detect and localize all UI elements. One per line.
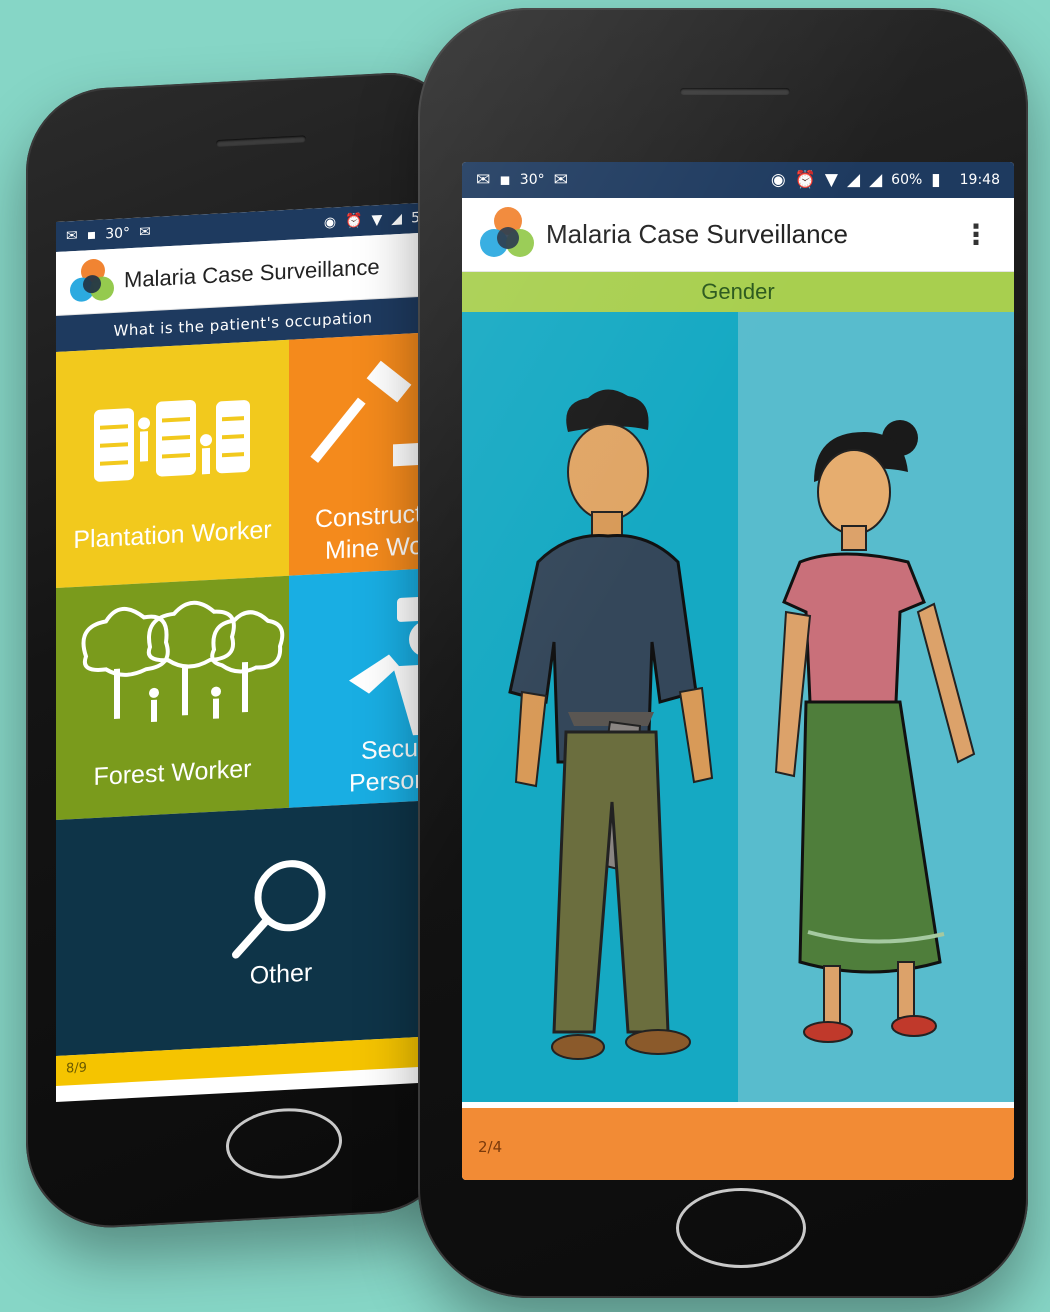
speaker-grille — [216, 135, 306, 148]
option-construction-mine-worker[interactable]: Construct Mine Wo — [289, 327, 430, 576]
signal-r-icon: ◢ — [869, 169, 883, 190]
mail-icon: ✉ — [139, 224, 151, 241]
option-other[interactable]: Other — [56, 800, 430, 1056]
app-logo-icon — [68, 255, 118, 308]
overflow-menu-icon[interactable]: ⋮ — [954, 218, 998, 251]
progress-text: 2/4 — [478, 1138, 503, 1156]
question-text: Gender — [462, 272, 1014, 312]
home-button[interactable] — [226, 1105, 342, 1182]
marketing-stage: ✉ ▪ 30° ✉ ◉ ⏰ ▼ ◢ 5 Malaria Case Surveil… — [0, 0, 1050, 1312]
home-button[interactable] — [676, 1188, 806, 1268]
image-icon: ▪ — [499, 169, 511, 190]
option-forest-worker[interactable]: Forest Worker — [56, 575, 289, 820]
status-bar: ✉ ▪ 30° ✉ ◉ ⏰ ▼ ◢ ◢ 60% ▮ 19:48 — [462, 162, 1014, 198]
battery-percent: 60% — [891, 172, 923, 188]
mail-icon: ✉ — [476, 169, 491, 190]
mail-icon: ✉ — [66, 227, 78, 245]
wifi-icon: ▼ — [371, 211, 383, 229]
occupation-grid: Plantation Worker Construct Mine Wo Fore… — [56, 327, 430, 820]
speaker-grille — [680, 88, 790, 95]
wifi-icon: ▼ — [824, 169, 838, 190]
temperature-label: 30° — [519, 172, 545, 188]
battery-icon: ▮ — [931, 169, 941, 190]
alarm-icon: ⏰ — [794, 169, 816, 190]
option-female[interactable] — [738, 312, 1014, 1102]
alarm-icon: ⏰ — [345, 212, 363, 230]
mail-icon: ✉ — [553, 169, 568, 190]
option-male[interactable] — [462, 312, 738, 1102]
gender-options — [462, 312, 1014, 1102]
front-phone-screen: ✉ ▪ 30° ✉ ◉ ⏰ ▼ ◢ ◢ 60% ▮ 19:48 Malaria … — [462, 162, 1014, 1180]
image-icon: ▪ — [86, 226, 97, 244]
option-plantation-worker[interactable]: Plantation Worker — [56, 339, 289, 588]
vibrate-icon: ◉ — [323, 214, 337, 231]
app-bar: Malaria Case Surveillance ⋮ — [462, 198, 1014, 272]
back-phone-screen: ✉ ▪ 30° ✉ ◉ ⏰ ▼ ◢ 5 Malaria Case Surveil… — [56, 202, 430, 1103]
female-figure-illustration — [774, 420, 976, 1043]
app-title: Malaria Case Surveillance — [124, 253, 380, 292]
app-logo-icon — [478, 205, 538, 265]
app-title: Malaria Case Surveillance — [546, 219, 849, 249]
vibrate-icon: ◉ — [770, 169, 786, 190]
signal-icon: ◢ — [847, 169, 861, 190]
clock-time: 19:48 — [959, 172, 1000, 188]
temperature-label: 30° — [105, 225, 131, 243]
signal-icon: ◢ — [391, 210, 403, 228]
option-security-personnel[interactable]: Securi Person — [289, 563, 430, 808]
progress-text: 8/9 — [66, 1060, 87, 1077]
male-figure-illustration — [508, 389, 714, 1060]
progress-bar: 2/4 — [462, 1108, 1014, 1180]
